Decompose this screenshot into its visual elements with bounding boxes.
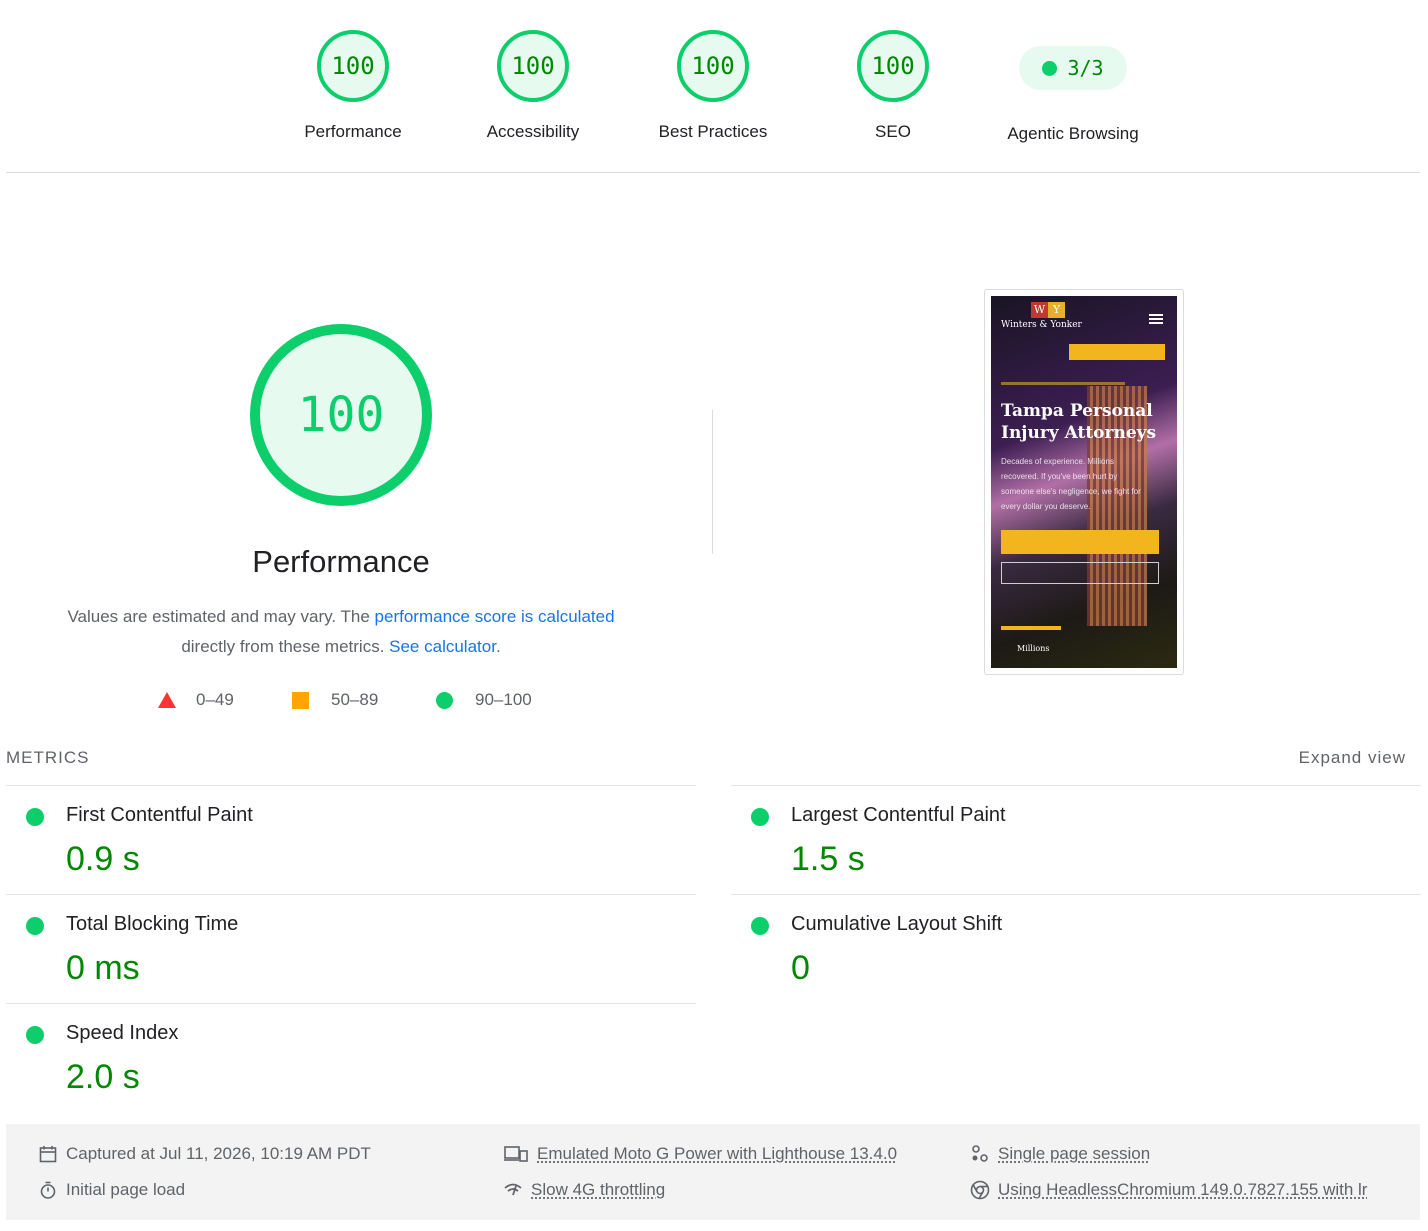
metric-fcp-name: First Contentful Paint: [66, 804, 253, 826]
logo-y: Y: [1048, 302, 1065, 318]
metric-si: Speed Index 2.0 s: [6, 1003, 696, 1112]
metric-fcp: First Contentful Paint 0.9 s: [6, 785, 696, 894]
site-brand: Winters & Yonker: [1001, 320, 1082, 330]
network-throttling[interactable]: Slow 4G throttling: [503, 1180, 665, 1200]
single-page-session-text: Single page session: [998, 1144, 1151, 1163]
gauge-best-practices-label: Best Practices: [658, 122, 768, 141]
site-tagline: [1001, 382, 1125, 385]
legend-fail: 0–49: [158, 690, 234, 710]
metric-tbt-name: Total Blocking Time: [66, 913, 239, 935]
see-calculator-link[interactable]: See calculator: [389, 637, 496, 656]
legend-fail-label: 0–49: [196, 690, 234, 709]
header-divider: [6, 172, 1420, 173]
fail-triangle-icon: [158, 692, 176, 708]
gauge-agentic-label: Agentic Browsing: [1007, 124, 1139, 143]
run-info-footer: Captured at Jul 11, 2026, 10:19 AM PDT I…: [6, 1124, 1420, 1220]
site-logo: W Y: [1031, 302, 1065, 318]
pass-dot-icon: [751, 917, 769, 935]
desc-suffix: .: [495, 637, 501, 656]
legend-average-label: 50–89: [331, 690, 379, 709]
hamburger-menu-icon: [1149, 314, 1163, 316]
captured-at-text: Captured at Jul 11, 2026, 10:19 AM PDT: [66, 1144, 371, 1163]
browser-version-text: Using HeadlessChromium 149.0.7827.155 wi…: [998, 1180, 1368, 1199]
metric-lcp: Largest Contentful Paint 1.5 s: [731, 785, 1421, 894]
emulated-device[interactable]: Emulated Moto G Power with Lighthouse 13…: [503, 1144, 897, 1164]
gauge-best-practices[interactable]: 100 Best Practices: [633, 30, 793, 142]
performance-title: Performance: [252, 544, 430, 579]
emulated-device-text: Emulated Moto G Power with Lighthouse 13…: [537, 1144, 898, 1163]
logo-w: W: [1031, 302, 1048, 318]
metric-lcp-name: Largest Contentful Paint: [791, 804, 1006, 826]
stopwatch-icon: [38, 1180, 58, 1200]
performance-description: Values are estimated and may vary. The p…: [40, 602, 642, 662]
site-body: Decades of experience. Millions recovere…: [1001, 457, 1141, 511]
agentic-pill: 3/3: [1019, 46, 1127, 90]
metric-tbt: Total Blocking Time 0 ms: [6, 894, 696, 1003]
site-headline: Tampa Personal Injury Attorneys: [1001, 400, 1156, 444]
pass-dot-icon: [26, 808, 44, 826]
pass-dot-icon: [751, 808, 769, 826]
session-icon: [970, 1144, 990, 1164]
metric-tbt-value: 0 ms: [66, 949, 140, 987]
section-divider: [712, 410, 713, 554]
gauge-performance-label: Performance: [304, 122, 402, 141]
metric-si-value: 2.0 s: [66, 1058, 140, 1096]
desc-prefix: Values are estimated and may vary. The: [67, 607, 375, 626]
initial-page-load-text: Initial page load: [66, 1180, 186, 1199]
site-consultation-button: [1001, 530, 1159, 554]
gauge-accessibility-label: Accessibility: [486, 122, 580, 141]
agentic-value: 3/3: [1067, 56, 1104, 80]
performance-score-gauge: 100: [250, 324, 432, 506]
gauge-performance-score: 100: [317, 30, 389, 102]
initial-page-load: Initial page load: [38, 1180, 185, 1200]
category-gauges: 100 Performance 100 Accessibility 100 Be…: [0, 0, 1428, 172]
devices-icon: [503, 1144, 529, 1164]
gauge-seo-label: SEO: [875, 122, 911, 141]
calendar-icon: [38, 1144, 58, 1164]
pass-dot-icon: [26, 1026, 44, 1044]
legend-pass-label: 90–100: [475, 690, 532, 709]
pass-dot-icon: [1042, 60, 1058, 76]
legend-pass: 90–100: [436, 690, 532, 710]
gauge-accessibility-score: 100: [497, 30, 569, 102]
site-footer-text: Millions: [1017, 644, 1050, 653]
screenshot-image: W Y Winters & Yonker Tampa Personal Inju…: [991, 296, 1177, 668]
gauge-performance[interactable]: 100 Performance: [273, 30, 433, 142]
gauge-seo[interactable]: 100 SEO: [813, 30, 973, 142]
metric-si-name: Speed Index: [66, 1022, 179, 1044]
metric-cls: Cumulative Layout Shift 0: [731, 894, 1421, 1003]
gauge-best-practices-score: 100: [677, 30, 749, 102]
metric-cls-value: 0: [791, 949, 810, 987]
single-page-session[interactable]: Single page session: [970, 1144, 1150, 1164]
site-review-button: [1069, 344, 1165, 360]
site-stars: [1001, 626, 1061, 630]
signal-icon: [503, 1180, 523, 1200]
average-square-icon: [292, 691, 309, 709]
chrome-icon: [970, 1180, 990, 1200]
browser-version[interactable]: Using HeadlessChromium 149.0.7827.155 wi…: [970, 1180, 1367, 1200]
site-phone-button: [1001, 562, 1159, 584]
site-headline-1: Tampa Personal: [1001, 401, 1153, 421]
captured-at: Captured at Jul 11, 2026, 10:19 AM PDT: [38, 1144, 371, 1164]
expand-view-toggle[interactable]: Expand view: [1299, 748, 1406, 768]
site-headline-2: Injury Attorneys: [1001, 423, 1157, 443]
legend-average: 50–89: [292, 690, 378, 710]
metrics-heading: METRICS: [6, 748, 90, 767]
pass-dot-icon: [26, 917, 44, 935]
gauge-agentic-browsing[interactable]: 3/3 Agentic Browsing: [993, 32, 1153, 144]
desc-mid: directly from these metrics.: [181, 637, 390, 656]
network-throttling-text: Slow 4G throttling: [531, 1180, 666, 1199]
pass-circle-icon: [436, 691, 453, 709]
metric-lcp-value: 1.5 s: [791, 840, 865, 878]
gauge-accessibility[interactable]: 100 Accessibility: [453, 30, 613, 142]
final-screenshot[interactable]: W Y Winters & Yonker Tampa Personal Inju…: [984, 289, 1184, 675]
metric-fcp-value: 0.9 s: [66, 840, 140, 878]
score-calculated-link[interactable]: performance score is calculated: [375, 607, 615, 626]
gauge-seo-score: 100: [857, 30, 929, 102]
metric-cls-name: Cumulative Layout Shift: [791, 913, 1003, 935]
